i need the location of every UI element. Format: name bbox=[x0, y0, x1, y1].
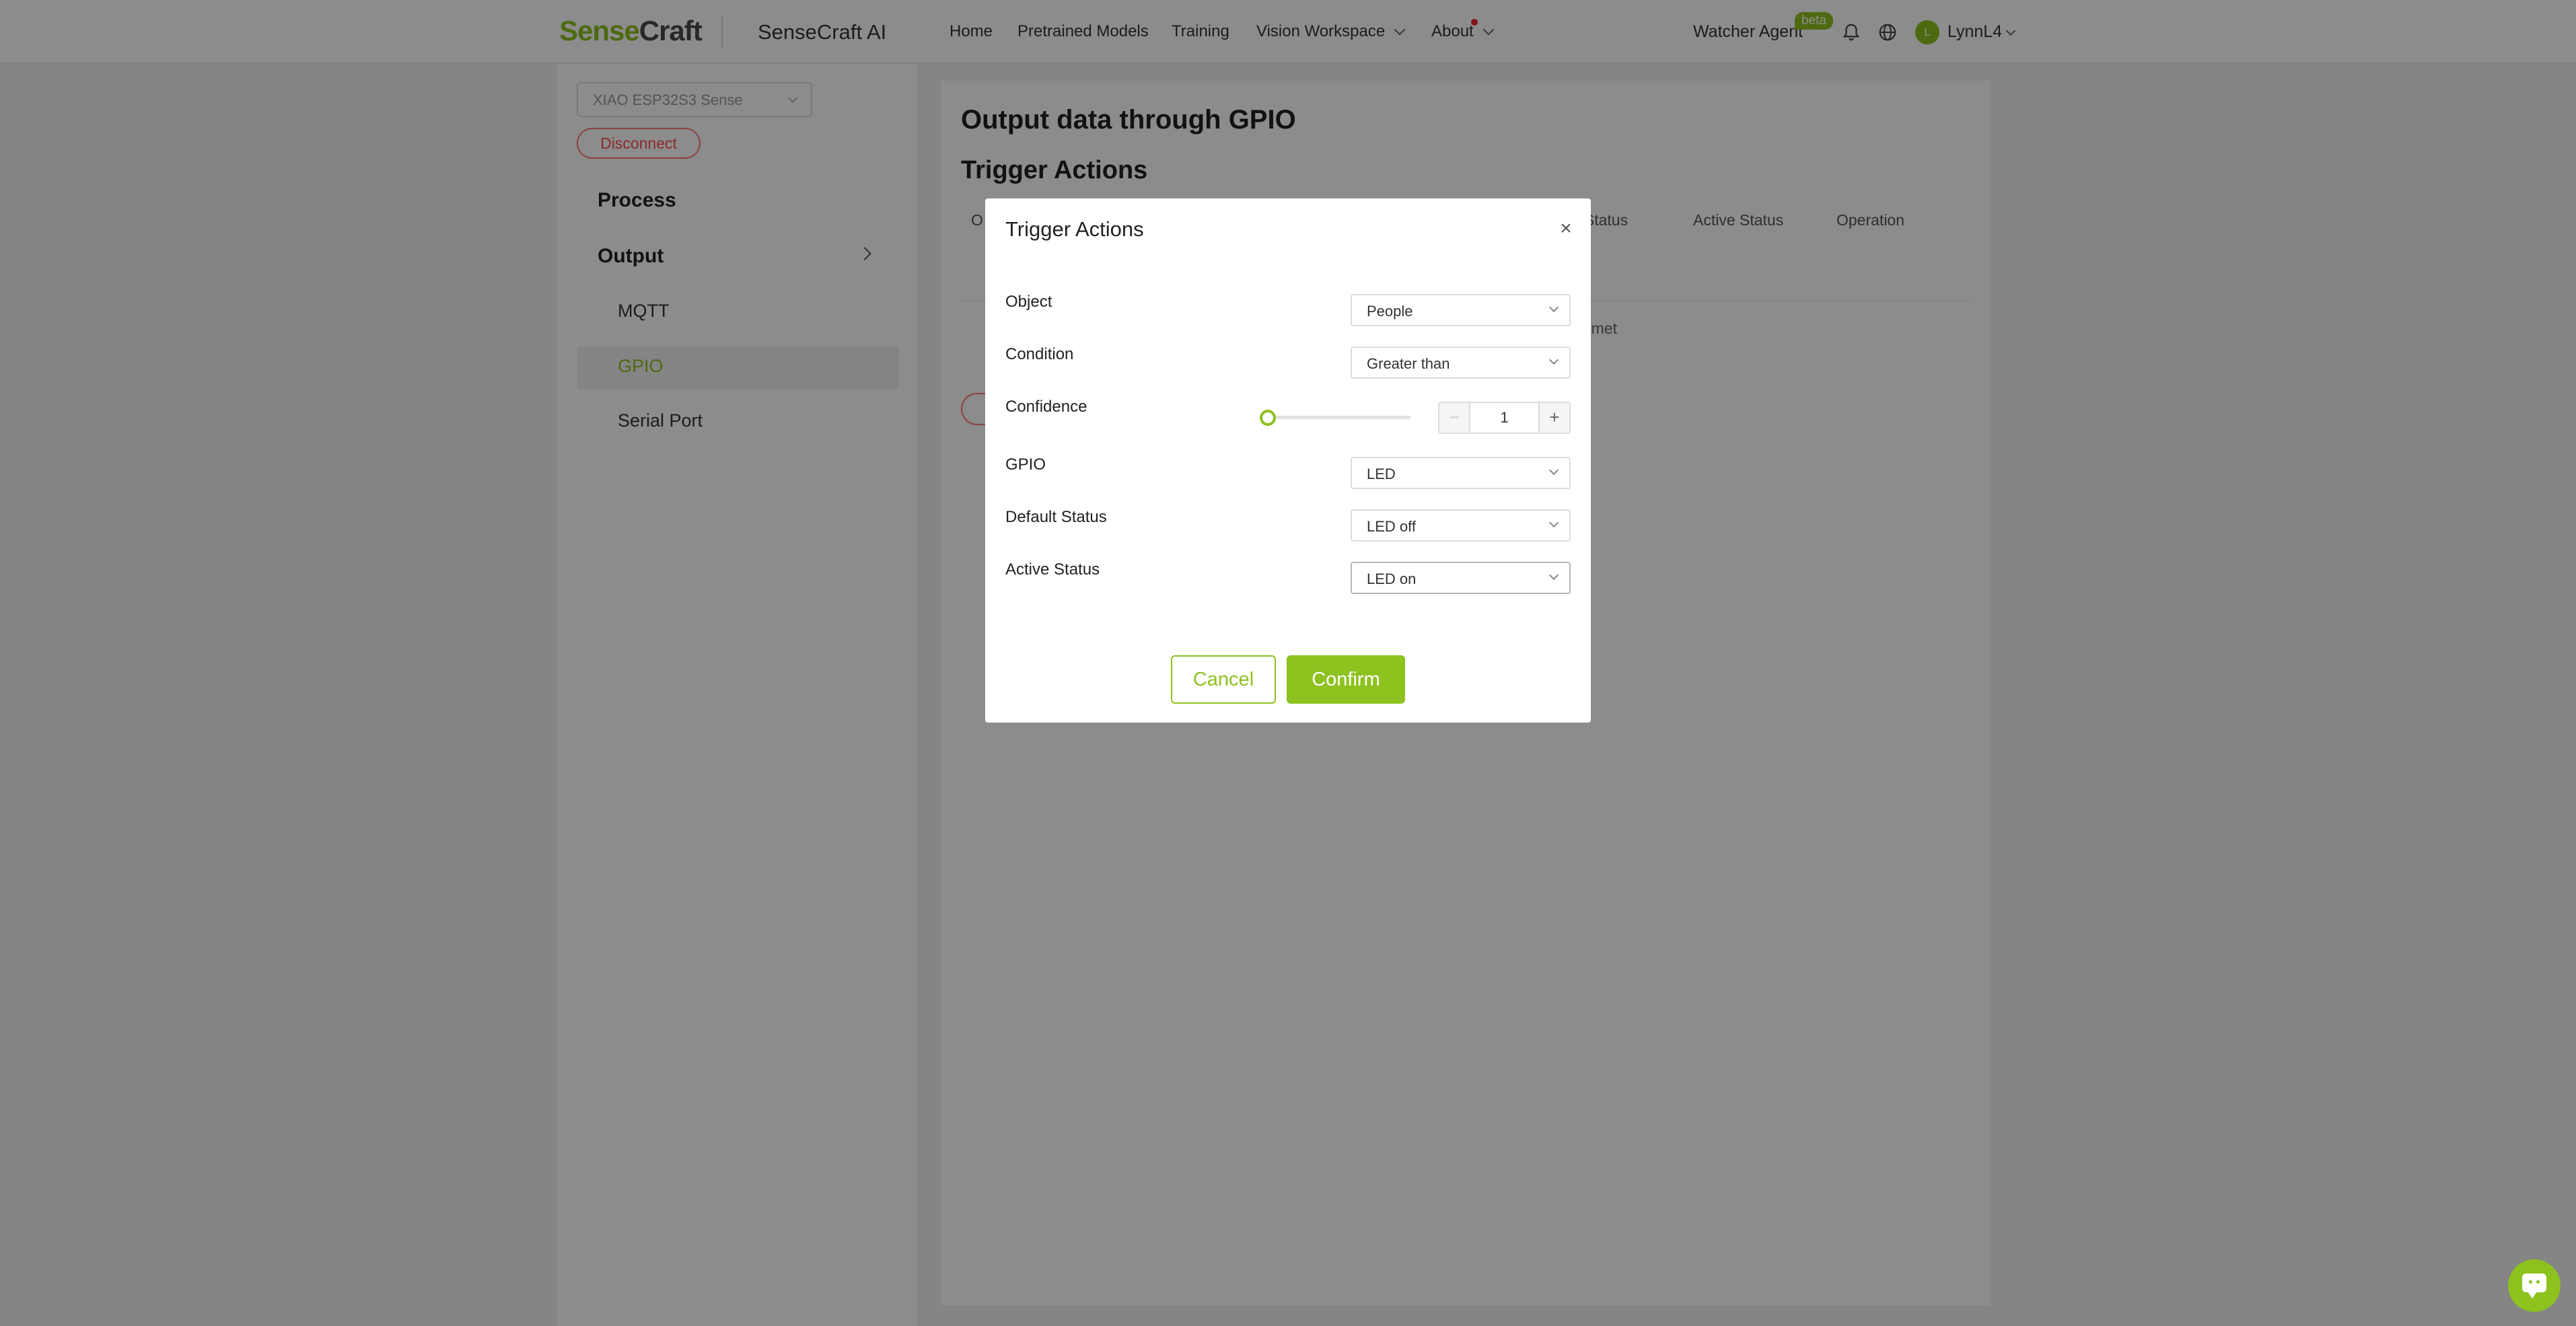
chevron-down-icon bbox=[1548, 465, 1559, 476]
modal-title: Trigger Actions bbox=[1005, 217, 1144, 241]
chat-icon-dot bbox=[2536, 1280, 2540, 1284]
chat-icon bbox=[2522, 1274, 2546, 1298]
active-status-label: Active Status bbox=[1005, 560, 1100, 579]
object-select[interactable]: People bbox=[1351, 294, 1571, 326]
confidence-slider-track[interactable] bbox=[1266, 416, 1410, 419]
default-status-label: Default Status bbox=[1005, 508, 1107, 526]
page: SenseCraft SenseCraft AI Home Pretrained… bbox=[0, 0, 2576, 1326]
confidence-input[interactable]: 1 bbox=[1472, 403, 1537, 433]
increment-button[interactable]: + bbox=[1538, 403, 1569, 433]
chevron-down-icon bbox=[1548, 517, 1559, 528]
confirm-button[interactable]: Confirm bbox=[1287, 655, 1405, 704]
close-icon[interactable]: × bbox=[1556, 219, 1576, 239]
confidence-label: Confidence bbox=[1005, 398, 1087, 416]
confidence-slider-handle[interactable] bbox=[1260, 410, 1276, 426]
chat-icon-dot bbox=[2529, 1280, 2532, 1284]
condition-label: Condition bbox=[1005, 345, 1074, 363]
chevron-down-icon bbox=[1548, 302, 1559, 313]
object-label: Object bbox=[1005, 293, 1052, 311]
decrement-button[interactable]: − bbox=[1439, 403, 1470, 433]
condition-select[interactable]: Greater than bbox=[1351, 346, 1571, 379]
chevron-down-icon bbox=[1548, 570, 1559, 581]
confidence-stepper: − 1 + bbox=[1438, 402, 1571, 434]
active-status-select[interactable]: LED on bbox=[1351, 562, 1571, 594]
gpio-label: GPIO bbox=[1005, 455, 1046, 474]
gpio-select[interactable]: LED bbox=[1351, 457, 1571, 489]
default-status-select[interactable]: LED off bbox=[1351, 509, 1571, 542]
chevron-down-icon bbox=[1548, 355, 1559, 365]
chat-support-button[interactable] bbox=[2508, 1259, 2561, 1312]
cancel-button[interactable]: Cancel bbox=[1171, 655, 1276, 704]
trigger-actions-modal: Trigger Actions × Object People Conditio… bbox=[985, 198, 1591, 723]
